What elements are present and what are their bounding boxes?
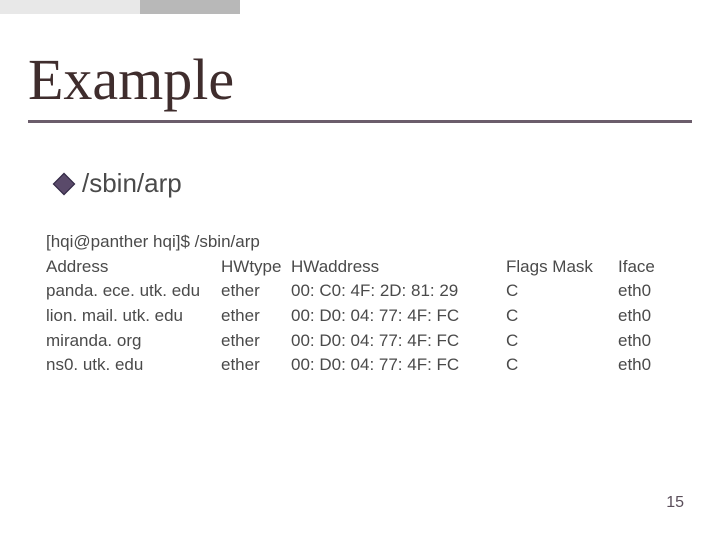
cell-flags: C xyxy=(506,329,618,354)
cell-address: panda. ece. utk. edu xyxy=(46,279,221,304)
diamond-bullet-icon xyxy=(53,172,76,195)
header-row: Address HWtype HWaddress Flags Mask Ifac… xyxy=(46,255,678,280)
page-title: Example xyxy=(28,46,234,113)
header-iface: Iface xyxy=(618,255,678,280)
cell-hwtype: ether xyxy=(221,279,291,304)
terminal-output: [hqi@panther hqi]$ /sbin/arp Address HWt… xyxy=(46,230,678,378)
table-row: panda. ece. utk. edu ether 00: C0: 4F: 2… xyxy=(46,279,678,304)
cell-address: lion. mail. utk. edu xyxy=(46,304,221,329)
top-accent-seg-3 xyxy=(240,0,720,14)
cell-address: miranda. org xyxy=(46,329,221,354)
top-accent-bar xyxy=(0,0,720,14)
cell-iface: eth0 xyxy=(618,353,678,378)
top-accent-seg-2 xyxy=(140,0,240,14)
cell-hwtype: ether xyxy=(221,304,291,329)
bullet-text: /sbin/arp xyxy=(82,168,182,199)
top-accent-seg-1 xyxy=(0,0,140,14)
cell-hwtype: ether xyxy=(221,353,291,378)
header-flags: Flags Mask xyxy=(506,255,618,280)
table-row: lion. mail. utk. edu ether 00: D0: 04: 7… xyxy=(46,304,678,329)
cell-flags: C xyxy=(506,279,618,304)
cell-flags: C xyxy=(506,353,618,378)
cell-iface: eth0 xyxy=(618,304,678,329)
cell-hwtype: ether xyxy=(221,329,291,354)
cell-hwaddress: 00: D0: 04: 77: 4F: FC xyxy=(291,353,506,378)
header-hwtype: HWtype xyxy=(221,255,291,280)
bullet-item: /sbin/arp xyxy=(56,168,182,199)
header-address: Address xyxy=(46,255,221,280)
cell-hwaddress: 00: D0: 04: 77: 4F: FC xyxy=(291,329,506,354)
cell-iface: eth0 xyxy=(618,329,678,354)
prompt-line: [hqi@panther hqi]$ /sbin/arp xyxy=(46,230,678,255)
cell-hwaddress: 00: D0: 04: 77: 4F: FC xyxy=(291,304,506,329)
cell-iface: eth0 xyxy=(618,279,678,304)
cell-flags: C xyxy=(506,304,618,329)
header-hwaddress: HWaddress xyxy=(291,255,506,280)
title-underline xyxy=(28,120,692,123)
cell-address: ns0. utk. edu xyxy=(46,353,221,378)
page-number: 15 xyxy=(666,494,684,512)
table-row: miranda. org ether 00: D0: 04: 77: 4F: F… xyxy=(46,329,678,354)
table-row: ns0. utk. edu ether 00: D0: 04: 77: 4F: … xyxy=(46,353,678,378)
cell-hwaddress: 00: C0: 4F: 2D: 81: 29 xyxy=(291,279,506,304)
